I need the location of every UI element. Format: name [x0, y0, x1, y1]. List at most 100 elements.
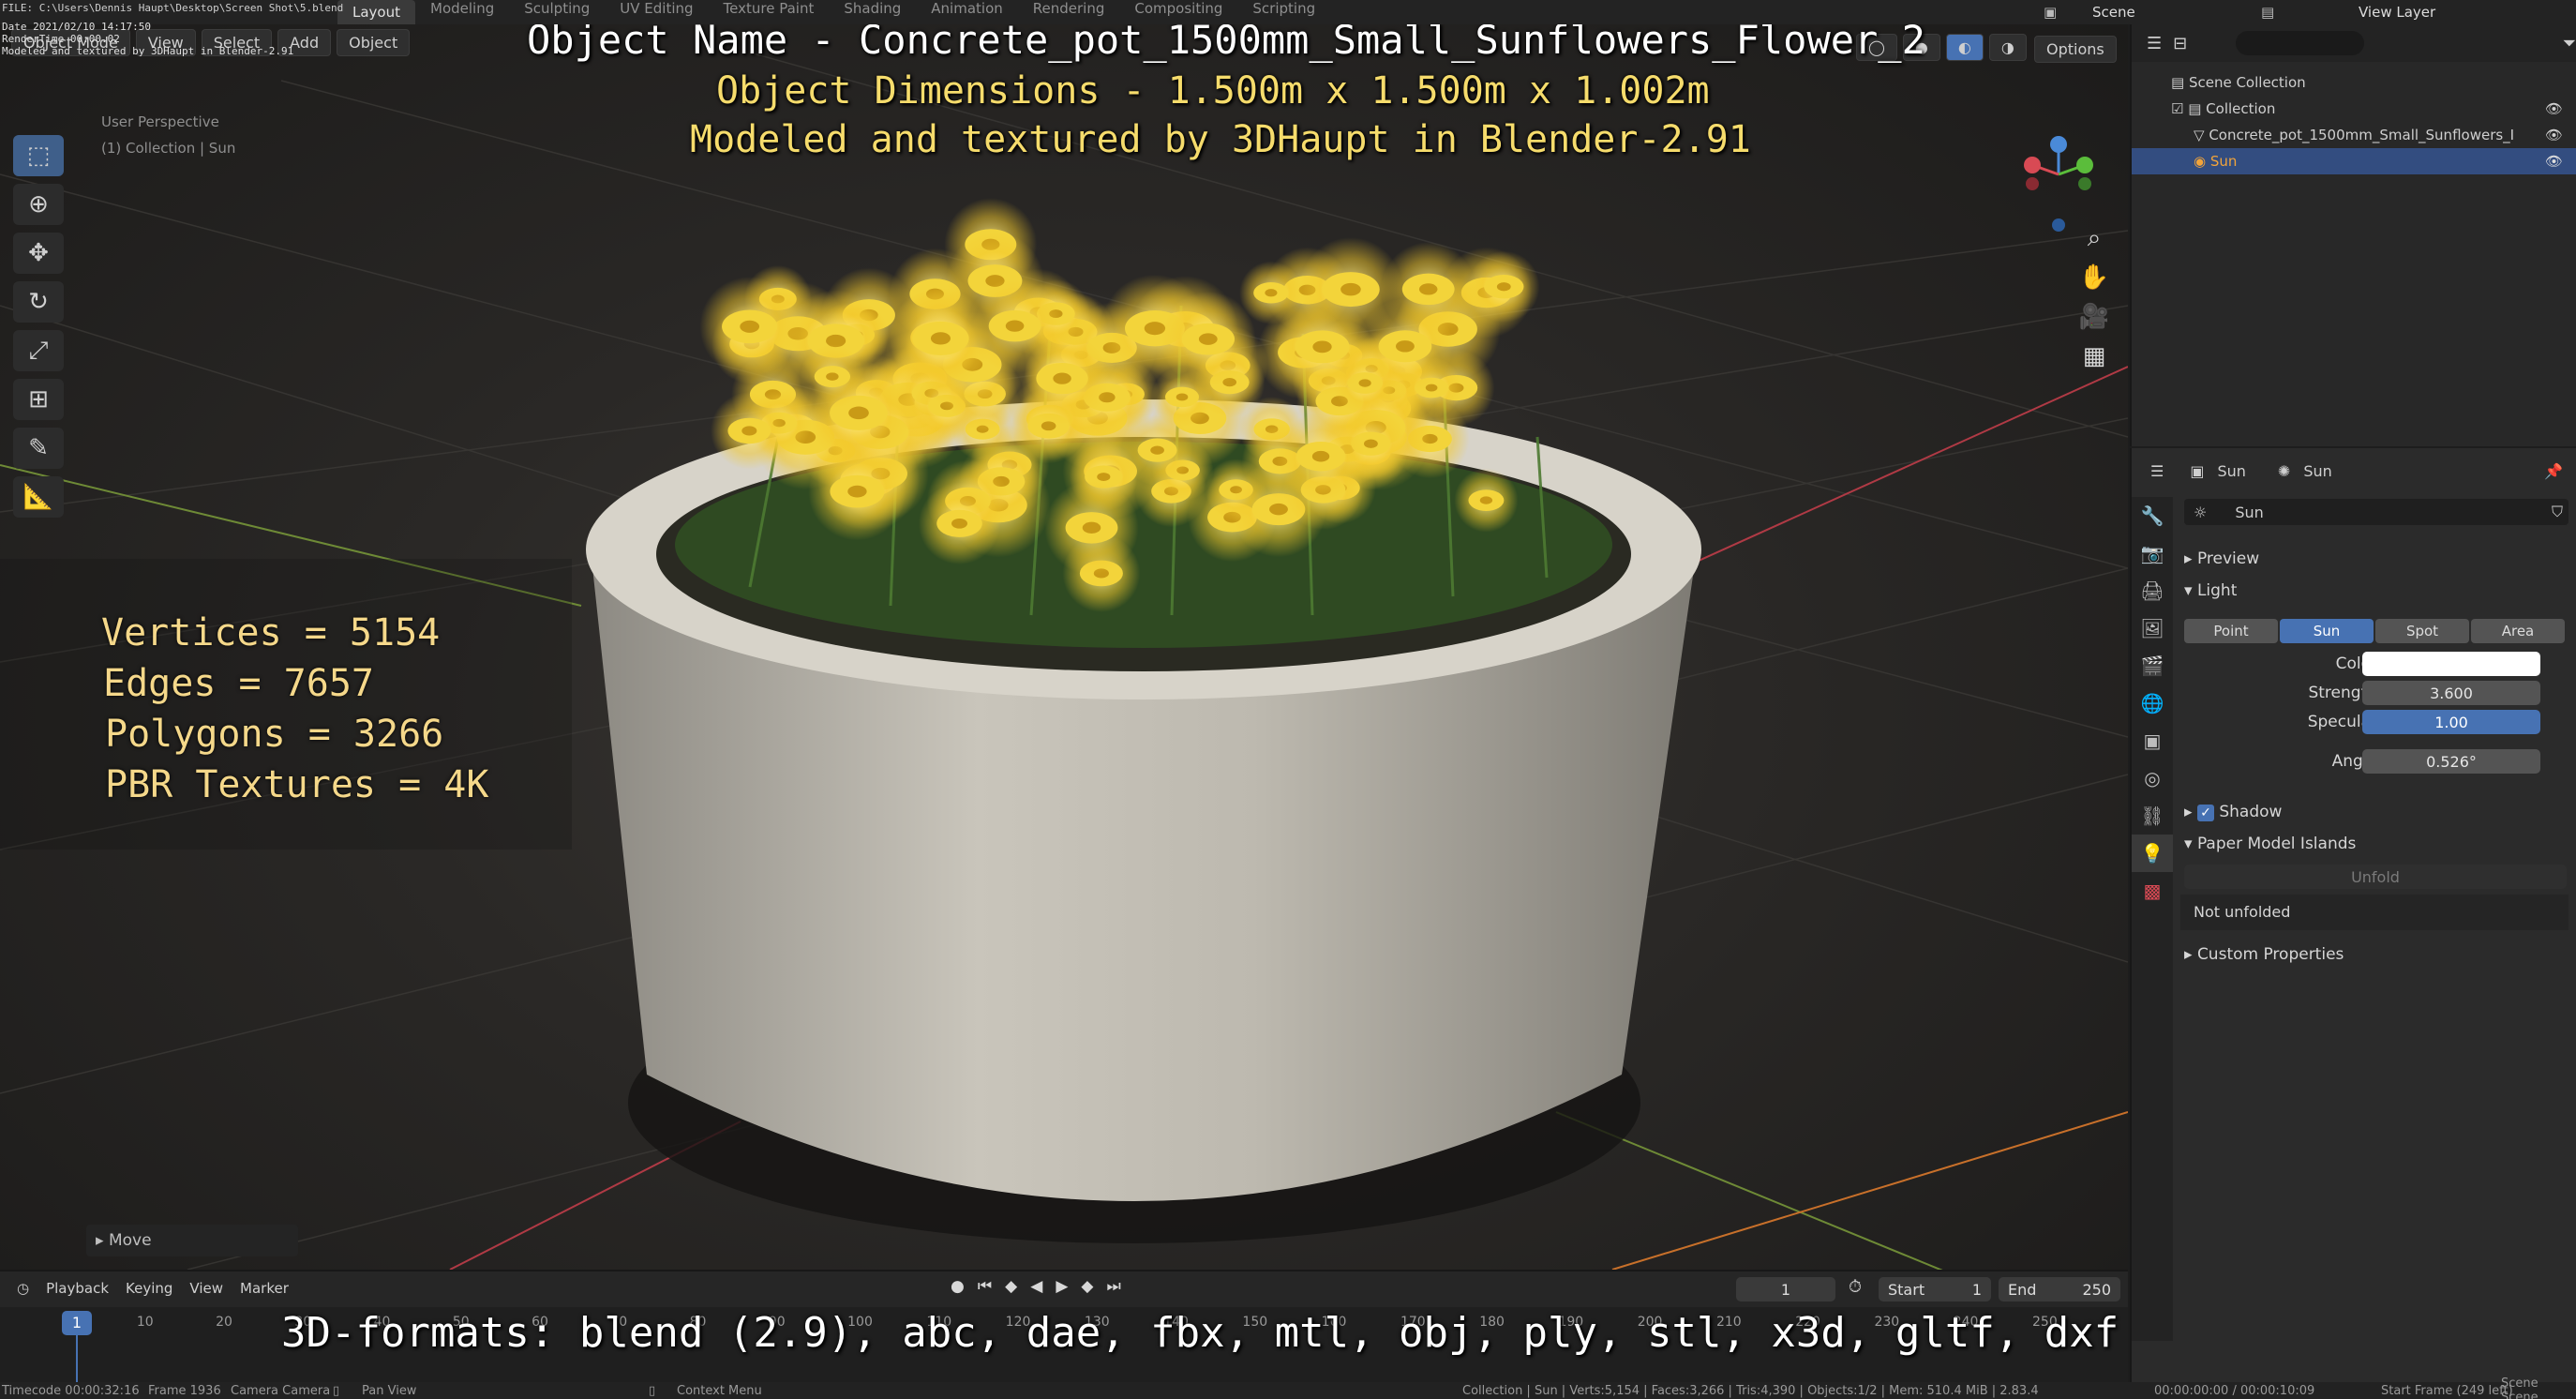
menu-object[interactable]: Object — [337, 28, 411, 56]
fake-user-shield-icon[interactable]: ⛉ — [2552, 503, 2563, 521]
stat-edges: Edges = 7657 — [103, 662, 374, 705]
unfold-button[interactable]: Unfold — [2184, 865, 2567, 889]
eye-icon[interactable]: 👁 — [2545, 148, 2563, 174]
workspace-tab-texture-paint[interactable]: Texture Paint — [709, 0, 830, 24]
render-tab-icon[interactable]: 📷 — [2132, 534, 2173, 572]
next-keyframe-icon[interactable]: ◆ — [1081, 1277, 1093, 1296]
view-layer-icon[interactable]: ▤ — [2261, 0, 2274, 24]
output-tab-icon[interactable]: 🖨 — [2132, 572, 2173, 609]
workspace-tab-scripting[interactable]: Scripting — [1237, 0, 1330, 24]
object-tab-icon[interactable]: ▣ — [2132, 722, 2173, 760]
editor-type-icon[interactable]: ◷ — [17, 1280, 29, 1297]
3d-viewport[interactable]: Object Mode View Select Add Object ◯ ● ◐… — [0, 24, 2128, 1270]
scene-tab-icon[interactable]: 🎬 — [2132, 647, 2173, 684]
play-icon[interactable]: ▶ — [1056, 1277, 1068, 1296]
options-dropdown[interactable]: Options — [2034, 36, 2117, 63]
scene-icon[interactable]: ▣ — [2044, 0, 2057, 24]
color-swatch[interactable] — [2362, 652, 2540, 676]
section-custom-properties[interactable]: ▸ Custom Properties — [2184, 945, 2344, 964]
measure-tool[interactable]: 📐 — [13, 476, 64, 518]
light-data-tab-icon[interactable]: 💡 — [2132, 835, 2173, 872]
workspace-tabs: Layout Modeling Sculpting UV Editing Texture… — [337, 0, 1330, 24]
section-paper-model[interactable]: ▾ Paper Model Islands — [2184, 835, 2356, 853]
play-reverse-icon[interactable]: ◀ — [1030, 1277, 1042, 1296]
section-preview[interactable]: ▸ Preview — [2184, 549, 2259, 568]
perspective-label: User Perspective — [101, 113, 219, 130]
display-mode-icon[interactable]: ⊟ — [2173, 34, 2187, 53]
outliner-row-collection[interactable]: ☑ ▤ Collection 👁 — [2132, 96, 2576, 122]
eye-icon[interactable]: 👁 — [2545, 122, 2563, 148]
angle-field[interactable]: 0.526° — [2362, 749, 2540, 774]
light-type-point[interactable]: Point — [2184, 619, 2278, 643]
camera-icon[interactable]: 🎥 — [2075, 298, 2113, 336]
eye-icon[interactable]: 👁 — [2545, 96, 2563, 122]
texture-tab-icon[interactable]: ▩ — [2132, 872, 2173, 910]
jump-start-icon[interactable]: ⏮ — [978, 1277, 992, 1296]
move-tool[interactable]: ✥ — [13, 233, 64, 274]
last-operator-panel[interactable]: ▸ Move — [86, 1225, 298, 1256]
perspective-grid-icon[interactable]: ▦ — [2075, 338, 2113, 375]
editor-type-icon[interactable]: ☰ — [2147, 34, 2162, 53]
mouse-middle-icon: ▯ — [333, 1383, 340, 1398]
current-frame-value: 1 — [1780, 1280, 1791, 1299]
light-type-sun[interactable]: Sun — [2280, 619, 2374, 643]
playhead[interactable]: 1 — [62, 1311, 92, 1335]
cursor-tool[interactable]: ⊕ — [13, 184, 64, 225]
light-type-area[interactable]: Area — [2471, 619, 2565, 643]
pin-icon[interactable]: 📌 — [2544, 462, 2563, 480]
workspace-tab-animation[interactable]: Animation — [916, 0, 1017, 24]
pan-hand-icon[interactable]: ✋ — [2075, 259, 2113, 296]
select-box-tool[interactable]: ⬚ — [13, 135, 64, 176]
workspace-tab-compositing[interactable]: Compositing — [1119, 0, 1237, 24]
menu-keying[interactable]: Keying — [126, 1280, 172, 1297]
workspace-tab-layout[interactable]: Layout — [337, 0, 415, 24]
workspace-tab-sculpting[interactable]: Sculpting — [509, 0, 605, 24]
constraints-tab-icon[interactable]: ⛓ — [2132, 797, 2173, 835]
prev-keyframe-icon[interactable]: ◆ — [1005, 1277, 1017, 1296]
workspace-tab-modeling[interactable]: Modeling — [415, 0, 509, 24]
timeline-editor: ◷ Playback Keying View Marker ● ⏮ ◆ ◀ ▶ … — [0, 1270, 2128, 1382]
filter-icon[interactable]: ⏷ — [2563, 34, 2576, 53]
material-shading-button[interactable]: ◐ — [1945, 34, 1984, 61]
editor-type-icon[interactable]: ☰ — [2150, 462, 2164, 480]
collection-icon: ▤ — [2171, 74, 2189, 91]
chevron-right-icon: ▸ — [2184, 945, 2197, 964]
physics-tab-icon[interactable]: ◎ — [2132, 760, 2173, 797]
section-shadow[interactable]: ▸ ✓ Shadow — [2184, 803, 2282, 821]
light-type-spot[interactable]: Spot — [2375, 619, 2469, 643]
checkbox-icon[interactable]: ☑ — [2171, 100, 2188, 117]
zoom-icon[interactable]: ⌕ — [2075, 219, 2113, 257]
workspace-tab-rendering[interactable]: Rendering — [1018, 0, 1120, 24]
clock-icon[interactable]: ⏱ — [1849, 1277, 1862, 1297]
section-light[interactable]: ▾ Light — [2184, 581, 2237, 600]
outliner-row-scene-collection[interactable]: ▤ Scene Collection — [2132, 69, 2576, 96]
workspace-tab-uv-editing[interactable]: UV Editing — [605, 0, 708, 24]
outliner-row-pot[interactable]: ▽ Concrete_pot_1500mm_Small_Sunflowers_I… — [2132, 122, 2576, 148]
end-frame-field[interactable]: End 250 — [1999, 1277, 2120, 1301]
specular-slider[interactable]: 1.00 — [2362, 710, 2540, 734]
world-tab-icon[interactable]: 🌐 — [2132, 684, 2173, 722]
record-icon[interactable]: ● — [951, 1277, 965, 1296]
rotate-tool[interactable]: ↻ — [13, 281, 64, 323]
light-datablock-field[interactable]: ☼ Sun ⛉ — [2184, 499, 2569, 525]
menu-marker[interactable]: Marker — [240, 1280, 289, 1297]
outliner-row-sun[interactable]: ◉ Sun 👁 — [2132, 148, 2576, 174]
scene-selector[interactable]: Scene — [2092, 0, 2135, 24]
menu-playback[interactable]: Playback — [46, 1280, 109, 1297]
playback-controls: ● ⏮ ◆ ◀ ▶ ◆ ⏭ — [951, 1277, 1121, 1296]
view-layer-tab-icon[interactable]: 🖼 — [2132, 609, 2173, 647]
view-layer-selector[interactable]: View Layer — [2359, 0, 2435, 24]
current-frame-field[interactable]: 1 — [1736, 1277, 1835, 1301]
workspace-tab-shading[interactable]: Shading — [829, 0, 916, 24]
start-frame-field[interactable]: Start 1 — [1879, 1277, 1991, 1301]
transform-tool[interactable]: ⊞ — [13, 379, 64, 420]
menu-view[interactable]: View — [189, 1280, 223, 1297]
outliner-search-input[interactable] — [2236, 31, 2364, 55]
shadow-checkbox[interactable]: ✓ — [2196, 805, 2214, 821]
tool-tab-icon[interactable]: 🔧 — [2132, 497, 2173, 534]
rendered-shading-button[interactable]: ◑ — [1988, 34, 2027, 61]
strength-field[interactable]: 3.600 — [2362, 681, 2540, 705]
scale-tool[interactable]: ⤢ — [13, 330, 64, 371]
annotate-tool[interactable]: ✎ — [13, 428, 64, 469]
jump-end-icon[interactable]: ⏭ — [1106, 1277, 1120, 1296]
